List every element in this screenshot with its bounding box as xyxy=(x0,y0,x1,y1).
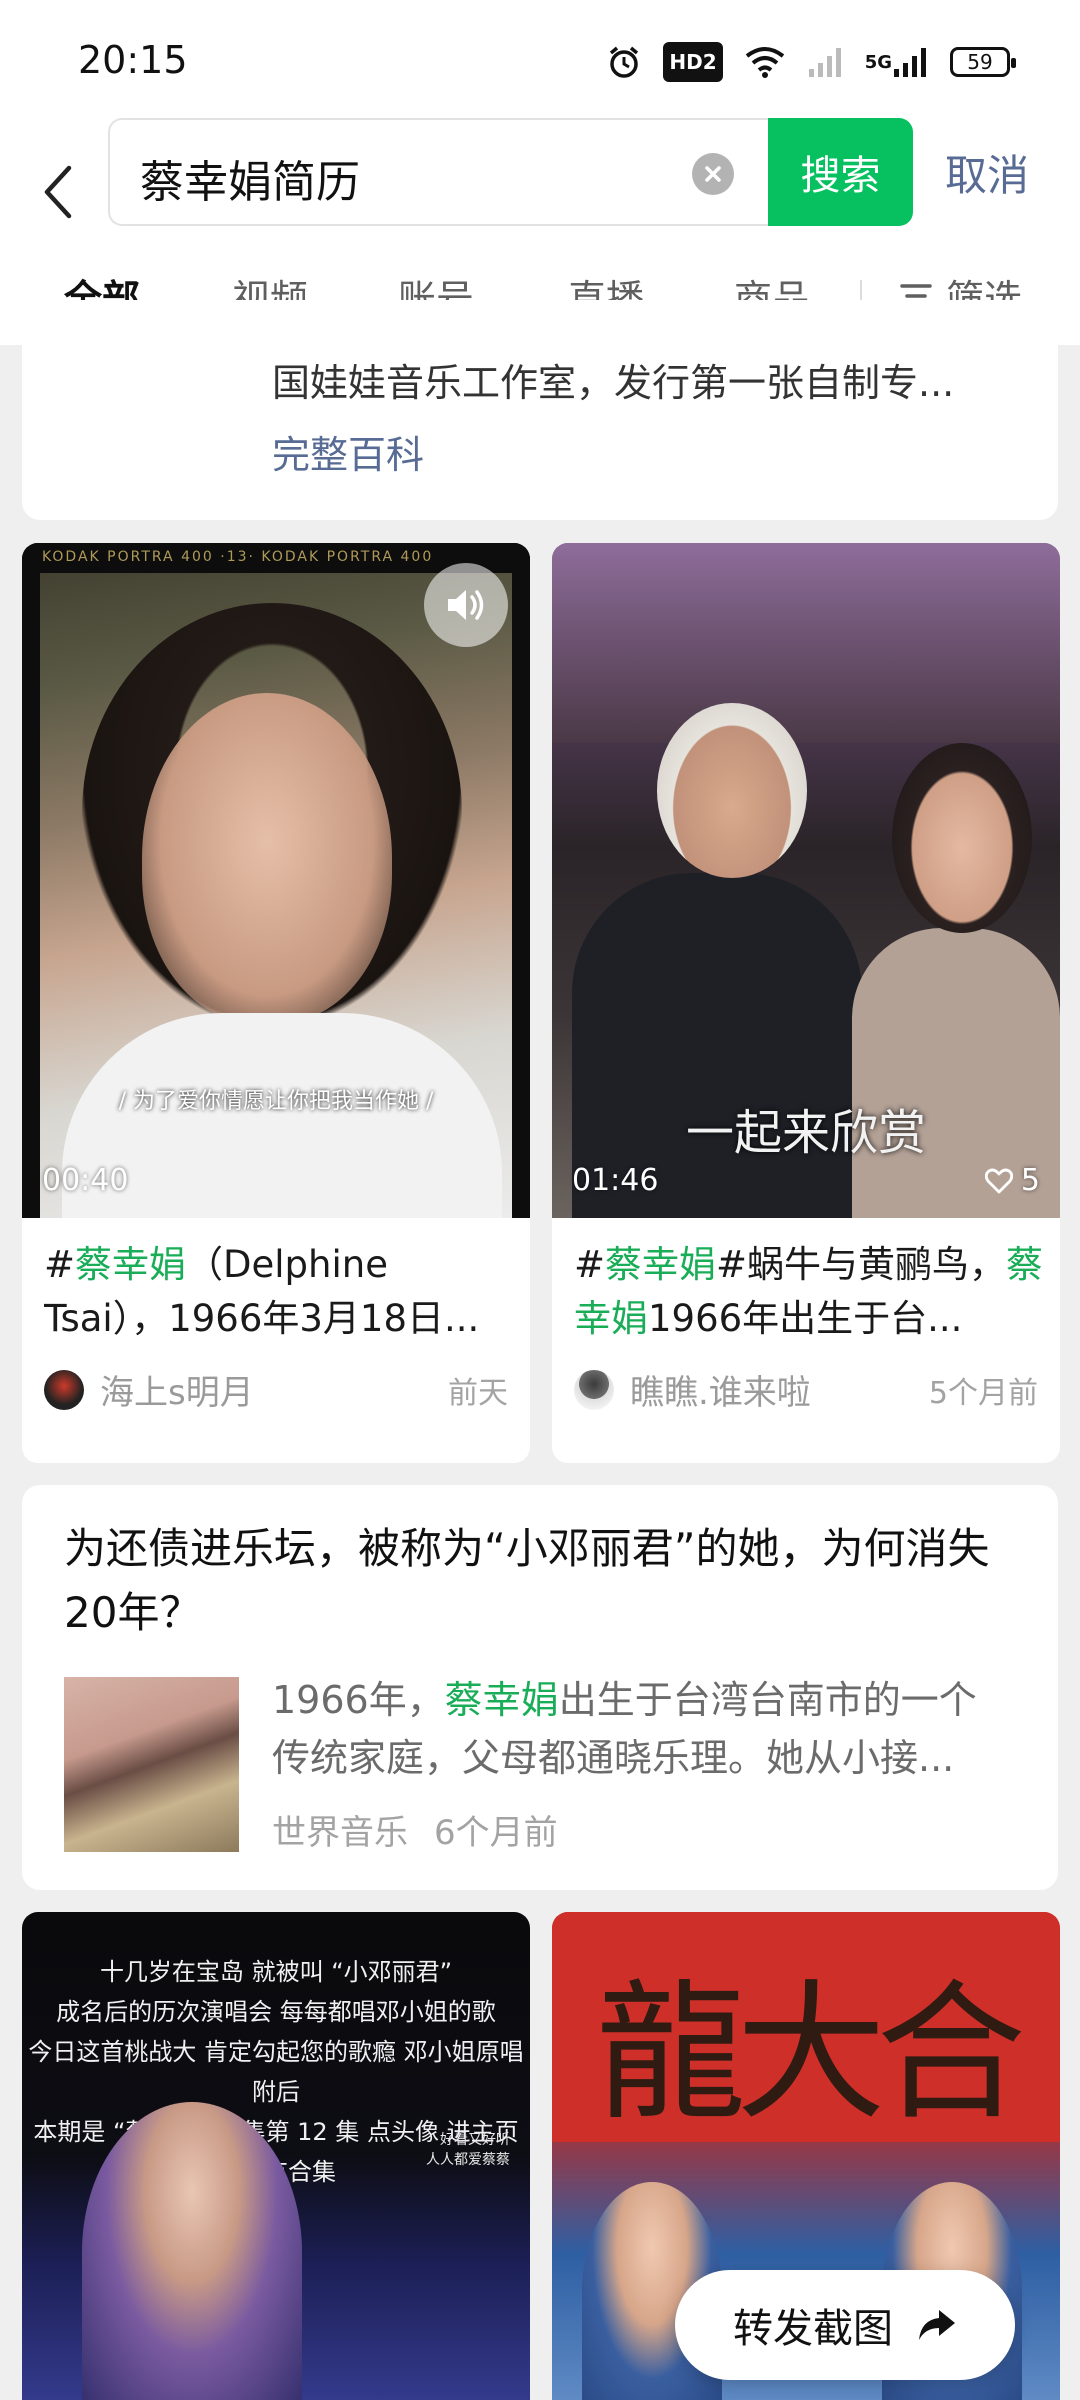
baike-card[interactable]: 国娃娃音乐工作室，发行第一张自制专... 完整百科 xyxy=(22,300,1058,520)
video-thumbnail: 一起来欣赏 01:46 5 xyxy=(552,543,1060,1218)
caption-line: 十几岁在宝岛 就被叫 “小邓丽君” xyxy=(99,1958,453,1986)
title-prefix: # xyxy=(574,1243,606,1286)
article-time: 6个月前 xyxy=(434,1813,558,1853)
singer-head xyxy=(892,743,1032,933)
title-rest: #蜗牛与黄鹂鸟， xyxy=(716,1243,1007,1286)
wifi-icon xyxy=(745,42,785,82)
video-card[interactable]: KODAK PORTRA 400 ·13· KODAK PORTRA 400 /… xyxy=(22,543,530,1463)
baike-summary: 国娃娃音乐工作室，发行第一张自制专... xyxy=(272,361,955,405)
search-button[interactable]: 搜索 xyxy=(768,118,913,226)
hd-icon: HD2 xyxy=(663,42,723,82)
film-border xyxy=(512,543,530,1218)
caption-line: 成名后的历次演唱会 每每都唱邓小姐的歌 xyxy=(56,1998,496,2026)
video-card[interactable]: 一起来欣赏 01:46 5 #蔡幸娟#蜗牛与黄鹂鸟，蔡幸娟1966年出生于台..… xyxy=(552,543,1060,1463)
avatar xyxy=(44,1369,84,1410)
summary-prefix: 1966年， xyxy=(272,1678,445,1722)
cancel-button[interactable]: 取消 xyxy=(945,142,1029,203)
video-likes: 5 xyxy=(984,1163,1040,1198)
video-thumbnail: KODAK PORTRA 400 ·13· KODAK PORTRA 400 /… xyxy=(22,543,530,1218)
share-label: 转发截图 xyxy=(733,2306,893,2352)
film-border xyxy=(22,543,40,1218)
article-meta: 世界音乐 6个月前 xyxy=(272,1805,558,1854)
avatar xyxy=(574,1369,614,1410)
article-card[interactable]: 为还债进乐坛，被称为“小邓丽君”的她，为何消失20年？ 1966年，蔡幸娟出生于… xyxy=(22,1485,1058,1890)
keyword-highlight: 蔡幸娟 xyxy=(605,1243,717,1286)
caption-line: 今日这首桃战大 肯定勾起您的歌瘾 邓小姐原唱附后 xyxy=(28,2038,524,2106)
search-bar: 蔡幸娟简历 搜索 xyxy=(108,118,913,226)
net-label: 5G xyxy=(864,51,892,73)
thumbnail-banner: 龍大合 xyxy=(552,1912,1060,2142)
share-arrow-icon xyxy=(919,2310,955,2340)
clear-icon[interactable] xyxy=(692,153,734,195)
author-name: 瞧瞧.谁来啦 xyxy=(630,1373,811,1413)
title-prefix: # xyxy=(44,1243,76,1286)
video-subtitle: / 为了爱你情愿让你把我当作她 / xyxy=(118,1089,434,1114)
caption-small-line: 人人都爱蔡蔡 xyxy=(426,2152,510,2168)
thumbnail-singer xyxy=(82,2102,302,2400)
sound-button[interactable] xyxy=(424,563,508,647)
video-time: 5个月前 xyxy=(928,1376,1038,1411)
banner-text: 龍大合 xyxy=(595,1967,1026,2141)
signal-5g-icon: 5G xyxy=(865,42,928,82)
author-name: 海上s明月 xyxy=(100,1373,254,1413)
baike-full-link[interactable]: 完整百科 xyxy=(272,424,424,479)
keyword-highlight: 蔡幸娟 xyxy=(75,1243,187,1286)
video-time: 前天 xyxy=(448,1376,508,1411)
chevron-left-icon xyxy=(44,165,72,219)
battery-icon: 59 xyxy=(950,47,1016,77)
signal-icon xyxy=(807,42,843,82)
video-duration: 01:46 xyxy=(572,1163,659,1198)
status-bar: 20:15 HD2 5G 59 xyxy=(0,0,1080,120)
alarm-icon xyxy=(607,42,641,82)
video-author[interactable]: 瞧瞧.谁来啦 xyxy=(574,1365,811,1414)
search-input[interactable]: 蔡幸娟简历 xyxy=(108,118,768,226)
article-thumbnail xyxy=(64,1677,239,1852)
video-caption-small: 好看又好听 人人都爱蔡蔡 xyxy=(426,2130,510,2170)
video-subtitle: 一起来欣赏 xyxy=(685,1105,926,1161)
article-title: 为还债进乐坛，被称为“小邓丽君”的她，为何消失20年？ xyxy=(64,1524,990,1637)
video-card[interactable]: 十几岁在宝岛 就被叫 “小邓丽君” 成名后的历次演唱会 每每都唱邓小姐的歌 今日… xyxy=(22,1912,530,2400)
search-query: 蔡幸娟简历 xyxy=(140,157,360,208)
back-button[interactable] xyxy=(28,142,88,242)
article-summary: 1966年，蔡幸娟出生于台湾台南市的一个传统家庭，父母都通晓乐理。她从小接... xyxy=(272,1671,1012,1787)
caption-small-line: 好看又好听 xyxy=(440,2132,510,2148)
heart-icon xyxy=(984,1168,1013,1193)
share-screenshot-button[interactable]: 转发截图 xyxy=(675,2270,1015,2380)
thumbnail-face xyxy=(142,693,392,1023)
speaker-icon xyxy=(448,590,484,620)
video-title: #蔡幸娟（Delphine Tsai），1966年3月18日... xyxy=(44,1238,514,1346)
status-time: 20:15 xyxy=(78,38,188,82)
host-head xyxy=(657,703,807,878)
video-title: #蔡幸娟#蜗牛与黄鹂鸟，蔡幸娟1966年出生于台... xyxy=(574,1238,1044,1346)
like-count: 5 xyxy=(1020,1163,1040,1198)
title-rest: 1966年出生于台... xyxy=(648,1297,963,1340)
video-duration: 00:40 xyxy=(42,1163,129,1198)
video-author[interactable]: 海上s明月 xyxy=(44,1365,254,1414)
article-source[interactable]: 世界音乐 xyxy=(272,1805,408,1854)
status-icons: HD2 5G 59 xyxy=(607,40,1016,84)
keyword-highlight: 蔡幸娟 xyxy=(444,1678,559,1722)
